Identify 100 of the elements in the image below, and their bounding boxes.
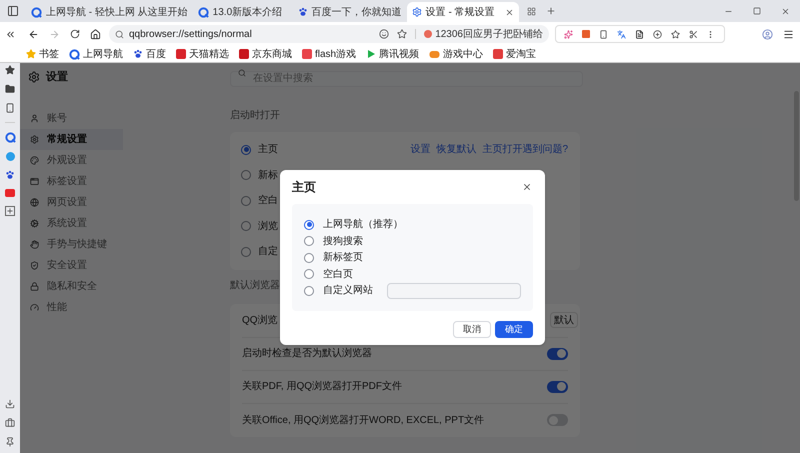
url-text: qqbrowser://settings/normal	[129, 28, 252, 42]
close-icon[interactable]	[781, 6, 790, 16]
radio-button[interactable]	[304, 286, 314, 296]
square-logo-icon	[239, 49, 249, 59]
cancel-button[interactable]: 取消	[453, 321, 491, 338]
radio-button[interactable]	[241, 246, 251, 257]
address-field[interactable]: qqbrowser://settings/normal 12306回应男子把卧铺给	[109, 25, 549, 43]
avatar-icon[interactable]	[762, 28, 773, 40]
bookmark-link[interactable]: flash游戏	[302, 46, 356, 62]
q-logo-icon	[4, 132, 16, 143]
radio-label: 浏览	[258, 220, 278, 234]
sparkle-icon[interactable]	[564, 30, 574, 38]
section-heading: 默认浏览器	[230, 278, 280, 292]
bookmark-link[interactable]: 书签	[26, 46, 59, 62]
phone-icon[interactable]	[5, 103, 15, 113]
star-icon[interactable]	[5, 65, 15, 75]
radio-label: 上网导航（推荐）	[323, 218, 403, 232]
toggle-switch[interactable]	[547, 348, 568, 360]
hand-icon	[30, 240, 39, 249]
tab-grid-icon[interactable]	[526, 6, 536, 16]
bookmark-link[interactable]: 游戏中心	[429, 46, 484, 62]
pin-icon[interactable]	[5, 437, 15, 447]
lock-icon	[30, 282, 39, 291]
setting-label: 启动时检查是否为默认浏览器	[242, 346, 372, 361]
radio-button[interactable]	[241, 221, 251, 232]
paw-icon	[298, 7, 308, 17]
document-icon[interactable]	[634, 30, 644, 38]
gamepad-icon	[429, 50, 440, 58]
radio-button[interactable]	[241, 144, 251, 155]
extension-icon[interactable]	[582, 30, 590, 38]
tab-title: 上网导航 - 轻快上网 从这里开始	[46, 6, 188, 20]
home-icon[interactable]	[90, 28, 101, 40]
confirm-button[interactable]: 确定	[495, 321, 533, 338]
radio-button[interactable]	[304, 252, 314, 262]
window-icon	[30, 177, 39, 186]
reload-icon[interactable]	[70, 29, 80, 39]
folder-icon[interactable]	[5, 84, 15, 94]
radio-label: 新标	[258, 168, 278, 183]
menu-icon[interactable]	[783, 28, 794, 40]
q-logo-icon	[31, 6, 42, 18]
radio-button[interactable]	[241, 170, 251, 180]
shield-icon	[30, 261, 39, 270]
square-logo-icon	[176, 49, 186, 59]
briefcase-icon[interactable]	[5, 418, 15, 428]
section-heading: 启动时打开	[230, 108, 280, 123]
add-circle-icon[interactable]	[652, 30, 662, 38]
close-icon[interactable]	[522, 182, 532, 192]
bookmark-link[interactable]: 天猫精选	[176, 46, 229, 62]
new-tab-icon[interactable]	[546, 6, 556, 16]
radio-label: 新标签页	[323, 250, 363, 265]
add-icon[interactable]	[5, 206, 15, 216]
radio-label: 自定	[258, 244, 278, 260]
star-icon[interactable]	[670, 30, 680, 38]
q-logo-icon	[69, 48, 80, 60]
sidebar-toggle-icon[interactable]	[7, 5, 19, 17]
radio-button[interactable]	[304, 236, 314, 246]
app-icon[interactable]	[6, 152, 14, 161]
page-title: 设置	[46, 70, 68, 85]
smiley-icon[interactable]	[379, 29, 390, 39]
sidebar-item[interactable]: 常规设置	[20, 129, 123, 150]
gear-icon	[28, 71, 40, 83]
radio-label: 空白	[258, 194, 278, 208]
maximize-icon[interactable]	[753, 7, 761, 15]
toggle-switch[interactable]	[547, 414, 568, 426]
collapse-icon[interactable]	[4, 28, 16, 40]
bookmark-link[interactable]: 上网导航	[69, 46, 123, 62]
bookmark-link[interactable]: 腾讯视频	[366, 46, 420, 62]
radio-button[interactable]	[304, 220, 314, 230]
bookmark-link[interactable]: 爱淘宝	[493, 46, 536, 62]
back-icon[interactable]	[28, 28, 39, 40]
search-icon	[238, 69, 246, 77]
paw-icon	[133, 49, 143, 59]
set-default-button[interactable]: 默认	[550, 312, 578, 328]
translate-icon[interactable]	[617, 30, 626, 38]
app-icon[interactable]	[5, 189, 15, 197]
gear-icon	[412, 7, 422, 17]
download-icon[interactable]	[5, 399, 15, 409]
news-ticker[interactable]: 12306回应男子把卧铺给	[424, 26, 543, 42]
phone-icon[interactable]	[599, 30, 608, 38]
radio-label: 主页	[258, 142, 278, 158]
browser-tab[interactable]: 13.0新版本介绍	[192, 2, 293, 22]
play-icon	[366, 49, 376, 59]
scissors-icon[interactable]	[688, 30, 698, 38]
radio-button[interactable]	[304, 269, 314, 279]
bookmark-link[interactable]: 京东商城	[239, 46, 292, 62]
browser-tab[interactable]: 设置 - 常规设置	[406, 2, 519, 22]
q-logo-icon	[198, 6, 209, 18]
square-logo-icon	[493, 49, 504, 59]
browser-tab[interactable]: 百度一下，你就知道	[292, 2, 407, 22]
star-icon[interactable]	[397, 29, 408, 39]
browser-tab[interactable]: 上网导航 - 轻快上网 从这里开始	[26, 2, 193, 22]
square-logo-icon	[302, 49, 312, 59]
tab-title: 百度一下，你就知道	[312, 6, 402, 20]
search-icon	[115, 30, 124, 38]
tab-title: 13.0新版本介绍	[212, 6, 282, 20]
bookmark-link[interactable]: 百度	[133, 46, 166, 62]
radio-button[interactable]	[241, 196, 251, 206]
palette-icon	[30, 156, 39, 165]
toggle-switch[interactable]	[547, 380, 568, 392]
url-input-field[interactable]	[387, 282, 521, 298]
